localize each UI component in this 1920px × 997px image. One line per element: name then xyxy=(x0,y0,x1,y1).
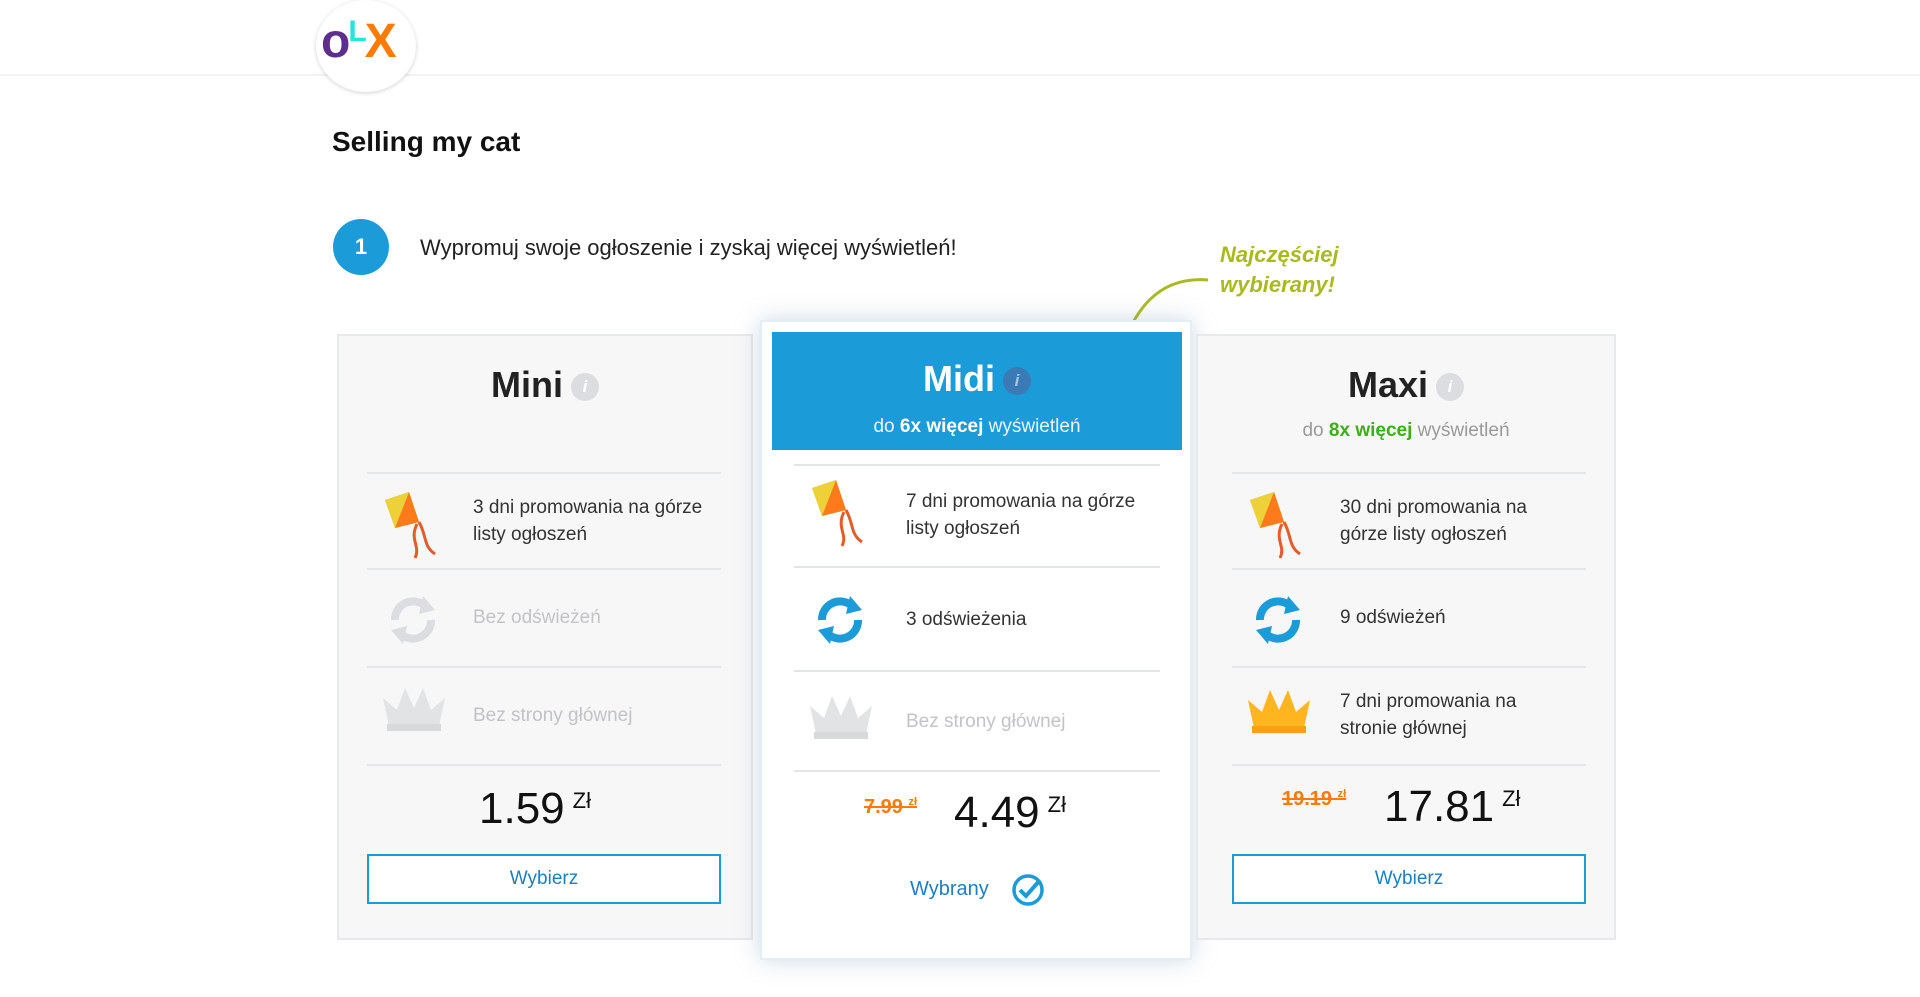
subtitle-highlight: 8x więcej xyxy=(1328,420,1413,441)
kite-icon xyxy=(812,480,863,547)
olx-logo[interactable]: oLX xyxy=(316,0,416,92)
feature-text: 3 dni promowania na górze listy ogłoszeń xyxy=(473,497,703,545)
plan-title: Mini xyxy=(491,364,563,405)
plan-name-midi: Midi i xyxy=(772,358,1182,400)
divider xyxy=(1232,666,1586,668)
plan-card-mini[interactable]: Mini i 3 dni promowania na górze listy og… xyxy=(337,334,753,940)
step-title: Wypromuj swoje ogłoszenie i zyskaj więce… xyxy=(420,235,957,260)
kite-icon xyxy=(1250,492,1301,559)
price-value: 4.49 xyxy=(954,788,1040,837)
divider xyxy=(367,764,721,766)
subtitle-prefix: do xyxy=(873,416,895,437)
info-icon[interactable]: i xyxy=(570,373,599,402)
kite-icon xyxy=(385,492,436,559)
feature-text: 9 odświeżeń xyxy=(1340,607,1446,628)
choose-maxi-button[interactable]: Wybierz xyxy=(1232,854,1586,904)
info-icon[interactable]: i xyxy=(1436,373,1465,402)
plan-title: Maxi xyxy=(1347,364,1429,405)
price: 17.81 Zł xyxy=(1384,782,1520,832)
price-currency: Zł xyxy=(1502,786,1521,811)
subtitle-suffix: wyświetleń xyxy=(988,416,1081,437)
info-icon[interactable]: i xyxy=(1002,367,1031,396)
feature-text: Bez strony głównej xyxy=(473,705,633,726)
old-price: 19.19 zł xyxy=(1282,788,1346,811)
divider xyxy=(794,670,1160,672)
refresh-icon xyxy=(391,596,435,644)
old-price: 7.99 zł xyxy=(864,796,917,819)
divider xyxy=(1232,568,1586,570)
header-divider xyxy=(0,74,1920,76)
divider xyxy=(794,464,1160,466)
price-value: 1.59 xyxy=(479,784,565,833)
divider xyxy=(794,770,1160,772)
old-price-currency: zł xyxy=(908,796,918,808)
feature-text: 3 odświeżenia xyxy=(906,609,1027,630)
subtitle-prefix: do xyxy=(1302,420,1324,441)
feature-text: 7 dni promowania na górze listy ogłoszeń xyxy=(906,491,1136,539)
crown-icon xyxy=(1248,690,1310,733)
price-value: 17.81 xyxy=(1384,782,1495,831)
divider xyxy=(794,566,1160,568)
feature-text: 7 dni promowania na stronie głównej xyxy=(1340,691,1517,739)
price-currency: Zł xyxy=(1047,792,1066,817)
price-currency: Zł xyxy=(572,788,591,813)
most-popular-note: Najczęściej wybierany! xyxy=(1220,240,1380,300)
price: 4.49 Zł xyxy=(954,788,1066,838)
step-number-badge: 1 xyxy=(333,219,389,275)
logo-letter-l: L xyxy=(348,15,366,48)
plan-card-midi[interactable]: Midi i do 6x więcej wyświetleń 7 dni prom… xyxy=(760,320,1192,960)
plan-name-mini: Mini i xyxy=(339,364,751,406)
logo-letter-x: X xyxy=(364,15,397,68)
old-price-value: 19.19 xyxy=(1282,788,1333,810)
plan-title: Midi xyxy=(923,358,995,399)
selected-label: Wybrany xyxy=(910,878,989,900)
subtitle-highlight: 6x więcej xyxy=(899,416,984,437)
logo-text: oLX xyxy=(321,15,397,68)
price: 1.59 Zł xyxy=(479,784,591,834)
old-price-value: 7.99 xyxy=(864,796,903,818)
logo-letter-o: o xyxy=(321,15,350,68)
divider xyxy=(367,666,721,668)
divider xyxy=(1232,472,1586,474)
crown-icon xyxy=(810,696,872,739)
plan-name-maxi: Maxi i xyxy=(1198,364,1614,406)
plan-subtitle: do 6x więcej wyświetleń xyxy=(772,416,1182,438)
plan-card-maxi[interactable]: Maxi i do 8x więcej wyświetleń 30 dni pro… xyxy=(1196,334,1616,940)
most-popular-note-line2: wybierany! xyxy=(1220,272,1335,297)
midi-header: Midi i do 6x więcej wyświetleń xyxy=(772,332,1182,450)
feature-text: Bez strony głównej xyxy=(906,711,1066,732)
choose-mini-button[interactable]: Wybierz xyxy=(367,854,721,904)
old-price-currency: zł xyxy=(1337,788,1347,800)
divider xyxy=(1232,764,1586,766)
plan-subtitle: do 8x więcej wyświetleń xyxy=(1198,420,1614,442)
divider xyxy=(367,568,721,570)
divider xyxy=(367,472,721,474)
page-title: Selling my cat xyxy=(332,126,521,157)
refresh-icon xyxy=(1256,596,1300,644)
feature-text: Bez odświeżeń xyxy=(473,607,601,628)
crown-icon xyxy=(383,688,445,731)
check-circle-icon xyxy=(1012,874,1044,906)
feature-text: 30 dni promowania na górze listy ogłosze… xyxy=(1340,497,1527,545)
most-popular-note-line1: Najczęściej xyxy=(1220,242,1339,267)
refresh-icon xyxy=(818,596,862,644)
subtitle-suffix: wyświetleń xyxy=(1417,420,1510,441)
